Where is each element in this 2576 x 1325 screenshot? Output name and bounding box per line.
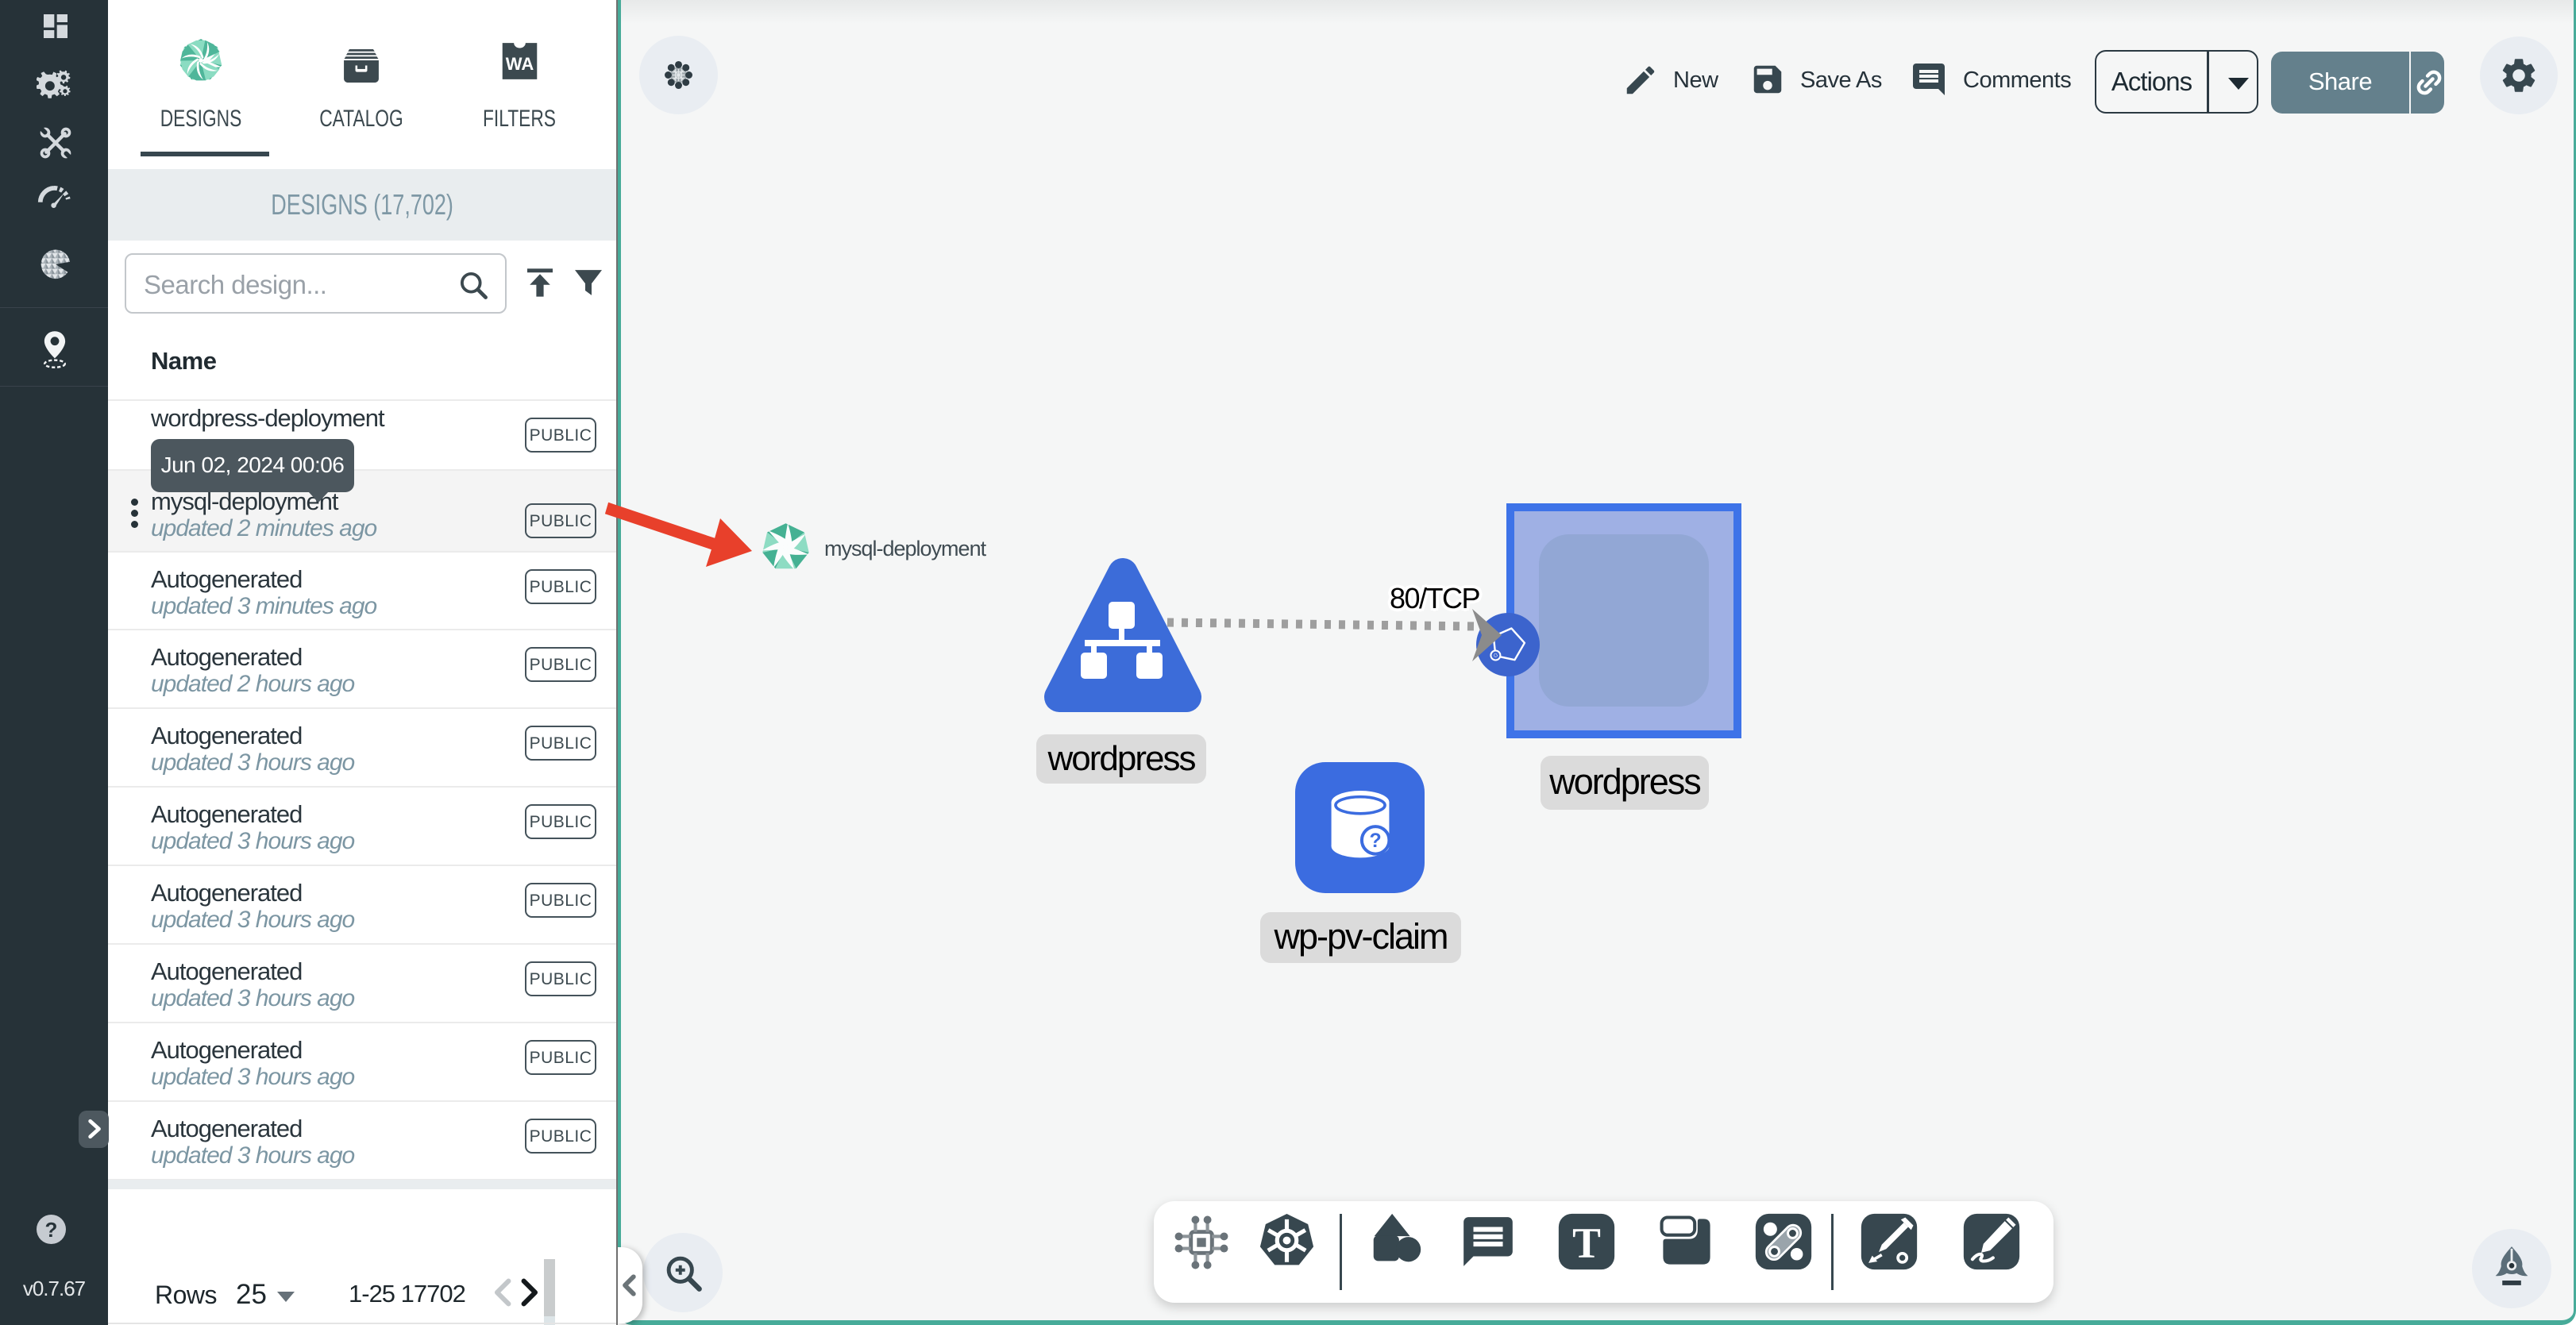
svg-text:T: T xyxy=(1572,1219,1601,1266)
svg-text:WA: WA xyxy=(505,54,534,74)
svg-text:?: ? xyxy=(1370,830,1382,852)
